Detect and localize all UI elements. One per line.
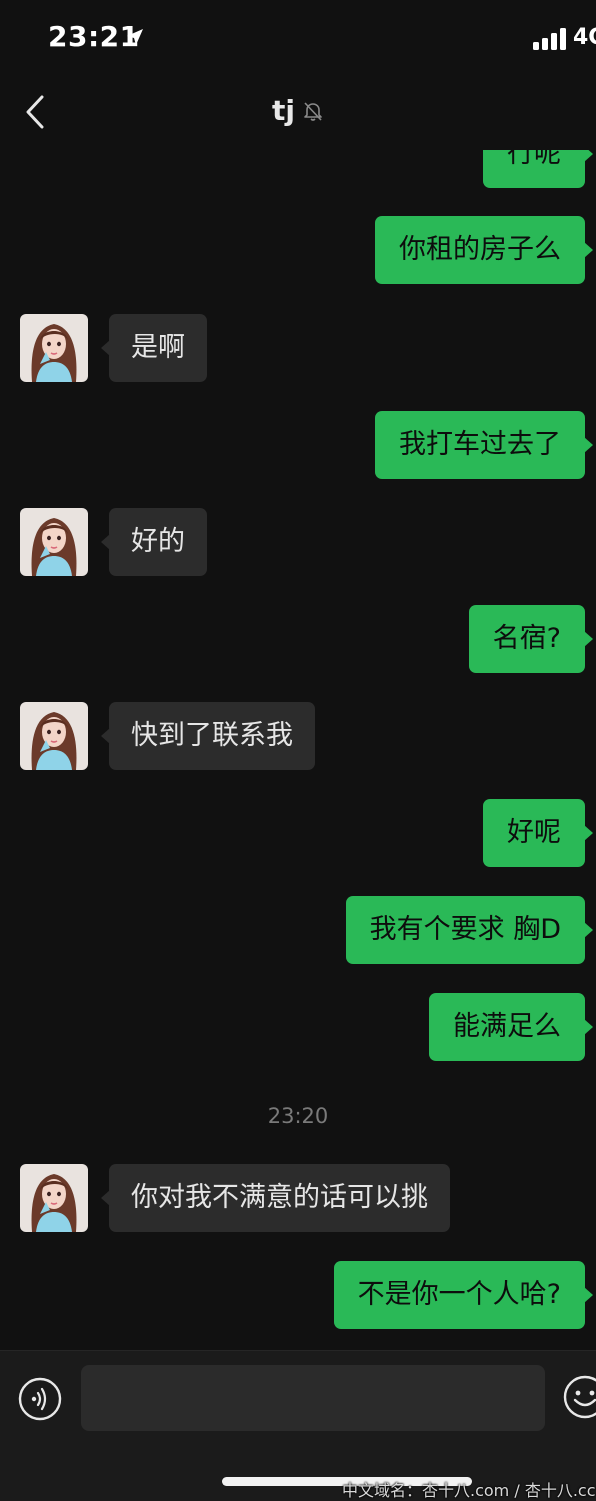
network-type: 4G: [573, 25, 596, 50]
message-text: 你对我不满意的话可以挑: [131, 1182, 428, 1213]
chat-header: tj: [0, 80, 596, 150]
sent-message[interactable]: 能满足么: [429, 993, 593, 1061]
received-message[interactable]: 好的: [101, 508, 207, 576]
message-text: 能满足么: [453, 1011, 561, 1042]
message-timestamp: 23:20: [267, 1104, 329, 1128]
watermark: 中文域名：杏十八.com / 杏十八.cc: [342, 1481, 596, 1500]
message-text: 好呢: [507, 817, 561, 848]
location-arrow-icon: [127, 29, 143, 45]
message-text: 是啊: [131, 332, 185, 363]
message-text: 我打车过去了: [399, 429, 561, 460]
cellular-signal-icon: [533, 28, 566, 50]
sent-message[interactable]: 名宿?: [468, 605, 594, 673]
sent-message[interactable]: 不是你一个人哈?: [333, 1261, 594, 1329]
smiley-face-icon[interactable]: [563, 1375, 596, 1419]
status-bar: 23:21 4G: [0, 0, 596, 80]
contact-avatar[interactable]: [20, 314, 88, 382]
sent-message[interactable]: 我有个要求 胸D: [345, 896, 594, 964]
contact-avatar[interactable]: [20, 702, 88, 770]
contact-avatar[interactable]: [20, 1164, 88, 1232]
chat-title: tj: [271, 94, 295, 127]
message-input[interactable]: [81, 1365, 545, 1431]
sent-message[interactable]: 你租的房子么: [375, 216, 593, 284]
received-message[interactable]: 你对我不满意的话可以挑: [101, 1164, 450, 1232]
sent-message[interactable]: 好呢: [483, 799, 593, 867]
message-text: 快到了联系我: [131, 720, 293, 751]
message-text: 你租的房子么: [399, 234, 561, 265]
message-text: 好的: [131, 526, 185, 557]
message-text: 不是你一个人哈?: [357, 1279, 561, 1310]
received-message[interactable]: 是啊: [101, 314, 207, 382]
message-text: 我有个要求 胸D: [369, 914, 561, 945]
contact-avatar[interactable]: [20, 508, 88, 576]
message-text: 名宿?: [492, 623, 561, 654]
chat-title-area: tj: [0, 94, 596, 127]
sent-message[interactable]: 我打车过去了: [375, 411, 593, 479]
bell-slash-icon: [304, 101, 322, 121]
received-message[interactable]: 快到了联系我: [101, 702, 315, 770]
message-input-bar: 中文域名：杏十八.com / 杏十八.cc: [0, 1350, 596, 1501]
chat-message-list[interactable]: 行呢 你租的房子么 是啊 我打车过去了 好的 名宿? 快到了联系我 好呢 我有个…: [0, 0, 596, 1350]
voice-input-icon[interactable]: [18, 1377, 62, 1421]
